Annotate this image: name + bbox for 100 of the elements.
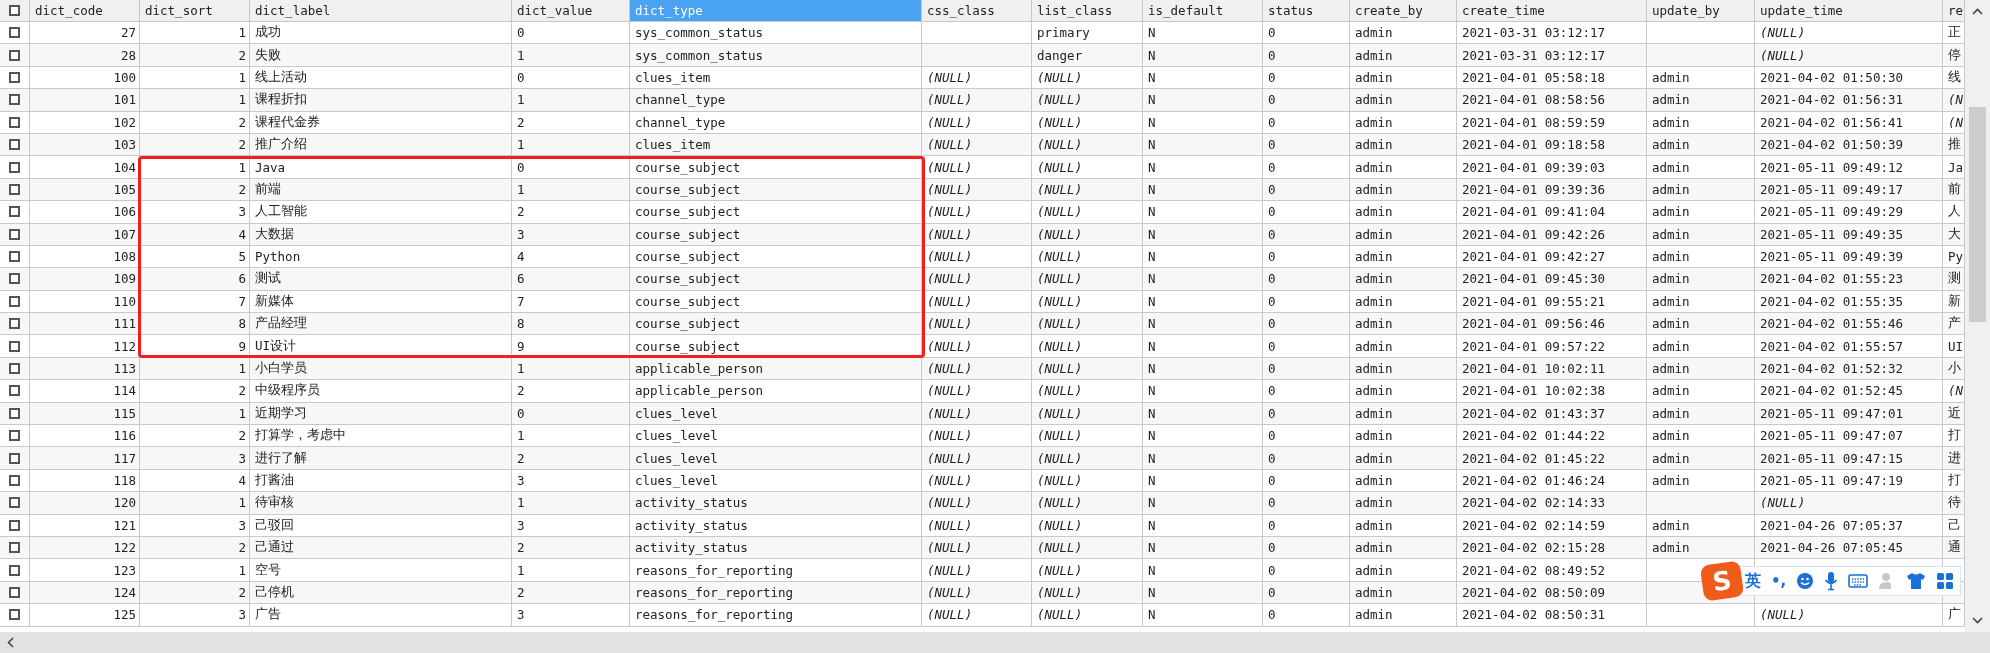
select-all-checkbox[interactable] xyxy=(9,5,20,16)
column-header[interactable]: is_default xyxy=(1143,0,1263,22)
table-row[interactable]: 120 1 待审核 1 activity_status (NULL) (NULL) N 0 admin 2021-04-02 02:14:33 (NULL) 待 xyxy=(0,492,1965,515)
shirt-icon[interactable] xyxy=(1906,572,1927,590)
table-cell: 2021-04-02 02:14:33 xyxy=(1457,492,1647,515)
table-cell: (NULL) xyxy=(922,537,1032,560)
table-row[interactable]: 111 8 产品经理 8 course_subject (NULL) (NULL) N 0 admin 2021-04-01 09:56:46 admin 2021-04-02 01:55:46 产 xyxy=(0,313,1965,336)
column-header[interactable]: status xyxy=(1263,0,1350,22)
table-cell: admin xyxy=(1647,537,1755,560)
scroll-up-icon[interactable] xyxy=(1972,8,1983,15)
table-cell: (NULL) xyxy=(1032,268,1143,291)
row-checkbox[interactable] xyxy=(9,183,20,195)
table-row[interactable]: 105 2 前端 1 course_subject (NULL) (NULL) N 0 admin 2021-04-01 09:39:36 admin 2021-05-11 09:49:17 前 xyxy=(0,178,1965,202)
table-cell: 2 xyxy=(512,111,630,134)
table-row[interactable]: 109 6 测试 6 course_subject (NULL) (NULL) N 0 admin 2021-04-01 09:45:30 admin 2021-04-02 01:55:23 测 xyxy=(0,268,1965,291)
table-row[interactable]: 115 1 近期学习 0 clues_level (NULL) (NULL) N 0 admin 2021-04-02 01:43:37 admin 2021-05-11 09:47:01 近 xyxy=(0,402,1965,426)
row-checkbox[interactable] xyxy=(9,609,20,621)
row-checkbox[interactable] xyxy=(9,363,20,375)
table-row[interactable]: 101 1 课程折扣 1 channel_type (NULL) (NULL) N 0 admin 2021-04-01 08:58:56 admin 2021-04-02 01:56:31 (N xyxy=(0,89,1965,112)
row-checkbox[interactable] xyxy=(9,27,20,39)
table-cell: 2021-04-02 01:45:22 xyxy=(1457,447,1647,470)
table-cell: channel_type xyxy=(630,89,922,112)
table-row[interactable]: 107 4 大数据 3 course_subject (NULL) (NULL) N 0 admin 2021-04-01 09:42:26 admin 2021-05-11 09:49:35 大 xyxy=(0,223,1965,246)
table-cell: 0 xyxy=(1263,223,1350,246)
table-cell: N xyxy=(1143,268,1263,291)
table-cell: 0 xyxy=(1263,111,1350,134)
table-cell: (NULL) xyxy=(922,604,1032,627)
table-cell: 0 xyxy=(512,156,630,179)
table-row[interactable]: 102 2 课程代金券 2 channel_type (NULL) (NULL) N 0 admin 2021-04-01 08:59:59 admin 2021-04-02 01:56:41 (N xyxy=(0,111,1965,134)
column-header[interactable]: list_class xyxy=(1032,0,1143,22)
table-cell: course_subject xyxy=(630,223,922,246)
row-checkbox[interactable] xyxy=(9,564,20,576)
column-header[interactable]: create_by xyxy=(1350,0,1457,22)
row-checkbox[interactable] xyxy=(9,295,20,307)
row-checkbox[interactable] xyxy=(9,497,20,509)
row-checkbox[interactable] xyxy=(9,385,20,397)
row-checkbox[interactable] xyxy=(9,49,20,61)
row-checkbox[interactable] xyxy=(9,430,20,442)
row-checkbox[interactable] xyxy=(9,161,20,173)
grid-icon[interactable] xyxy=(1936,572,1955,590)
table-cell: admin xyxy=(1647,133,1755,157)
table-cell: admin xyxy=(1647,89,1755,112)
row-checkbox[interactable] xyxy=(9,71,20,83)
table-row[interactable]: 121 3 己驳回 3 activity_status (NULL) (NULL) N 0 admin 2021-04-02 02:14:59 admin 2021-04-26 07:05:37 己 xyxy=(0,514,1965,537)
column-header[interactable]: create_time xyxy=(1457,0,1647,22)
row-checkbox[interactable] xyxy=(9,452,20,464)
table-cell: admin xyxy=(1350,581,1457,605)
table-cell: 104 xyxy=(30,156,140,179)
table-cell: 1 xyxy=(512,89,630,112)
column-header[interactable]: dict_sort xyxy=(140,0,250,22)
column-header[interactable]: dict_code xyxy=(30,0,140,22)
row-checkbox[interactable] xyxy=(9,340,20,352)
table-cell: 2021-03-31 03:12:17 xyxy=(1457,44,1647,67)
table-row[interactable]: 28 2 失败 1 sys_common_status danger N 0 admin 2021-03-31 03:12:17 (NULL) 停 xyxy=(0,44,1965,67)
row-checkbox[interactable] xyxy=(9,475,20,486)
column-header[interactable]: dict_value xyxy=(512,0,630,22)
smiley-icon[interactable] xyxy=(1796,572,1815,590)
row-checkbox[interactable] xyxy=(9,206,20,218)
table-cell: 己驳回 xyxy=(250,514,512,537)
keyboard-icon[interactable] xyxy=(1848,574,1869,588)
table-cell: 3 xyxy=(140,604,250,627)
row-checkbox[interactable] xyxy=(9,519,20,531)
table-row[interactable]: 114 2 中级程序员 2 applicable_person (NULL) (NULL) N 0 admin 2021-04-01 10:02:38 admin 2021-04-02 01:52:45 (N xyxy=(0,380,1965,403)
table-cell: 1 xyxy=(140,559,250,582)
table-cell: (NULL) xyxy=(922,402,1032,426)
row-checkbox[interactable] xyxy=(9,228,20,240)
column-header[interactable]: update_time xyxy=(1755,0,1943,22)
microphone-icon[interactable] xyxy=(1824,571,1839,591)
row-checkbox[interactable] xyxy=(9,139,20,151)
row-checkbox[interactable] xyxy=(9,273,20,285)
row-checkbox[interactable] xyxy=(9,94,20,106)
row-checkbox[interactable] xyxy=(9,542,20,554)
table-cell: 己通过 xyxy=(250,537,512,560)
row-checkbox[interactable] xyxy=(9,318,20,330)
table-cell: 2021-04-02 01:43:37 xyxy=(1457,402,1647,426)
column-header[interactable]: css_class xyxy=(922,0,1032,22)
row-checkbox[interactable] xyxy=(9,116,20,128)
table-row[interactable]: 103 2 推广介绍 1 clues_item (NULL) (NULL) N 0 admin 2021-04-01 09:18:58 admin 2021-04-02 01:50:39 推 xyxy=(0,133,1965,157)
table-cell: 1 xyxy=(512,44,630,67)
scroll-down-icon[interactable] xyxy=(1972,617,1983,624)
table-cell: 117 xyxy=(30,447,140,470)
table-cell: 0 xyxy=(1263,313,1350,336)
column-header[interactable]: update_by xyxy=(1647,0,1755,22)
scrollbar-thumb[interactable] xyxy=(1969,107,1986,322)
column-header[interactable]: re xyxy=(1943,0,1965,22)
column-header[interactable]: dict_label xyxy=(250,0,512,22)
table-cell: 2021-04-02 01:55:57 xyxy=(1755,335,1943,358)
table-row[interactable]: 125 3 广告 3 reasons_for_reporting (NULL) (NULL) N 0 admin 2021-04-02 08:50:31 (NULL) 广 xyxy=(0,604,1965,627)
table-row[interactable]: 117 3 进行了解 2 clues_level (NULL) (NULL) N 0 admin 2021-04-02 01:45:22 admin 2021-05-11 09:47:15 进 xyxy=(0,447,1965,470)
table-row[interactable]: 113 1 小白学员 1 applicable_person (NULL) (NULL) N 0 admin 2021-04-01 10:02:11 admin 2021-04-02 01:52:32 小 xyxy=(0,357,1965,381)
table-cell: N xyxy=(1143,313,1263,336)
horizontal-scrollbar[interactable] xyxy=(0,632,1990,653)
row-checkbox[interactable] xyxy=(9,251,20,263)
row-checkbox[interactable] xyxy=(9,586,20,598)
table-cell: 0 xyxy=(1263,380,1350,403)
table-row[interactable]: 122 2 己通过 2 activity_status (NULL) (NULL) N 0 admin 2021-04-02 02:15:28 admin 2021-04-26 07:05:45 通 xyxy=(0,537,1965,560)
vertical-scrollbar[interactable] xyxy=(1965,0,1990,632)
row-checkbox[interactable] xyxy=(9,407,20,419)
scroll-left-icon[interactable] xyxy=(7,637,14,648)
table-cell: Java xyxy=(250,156,512,179)
